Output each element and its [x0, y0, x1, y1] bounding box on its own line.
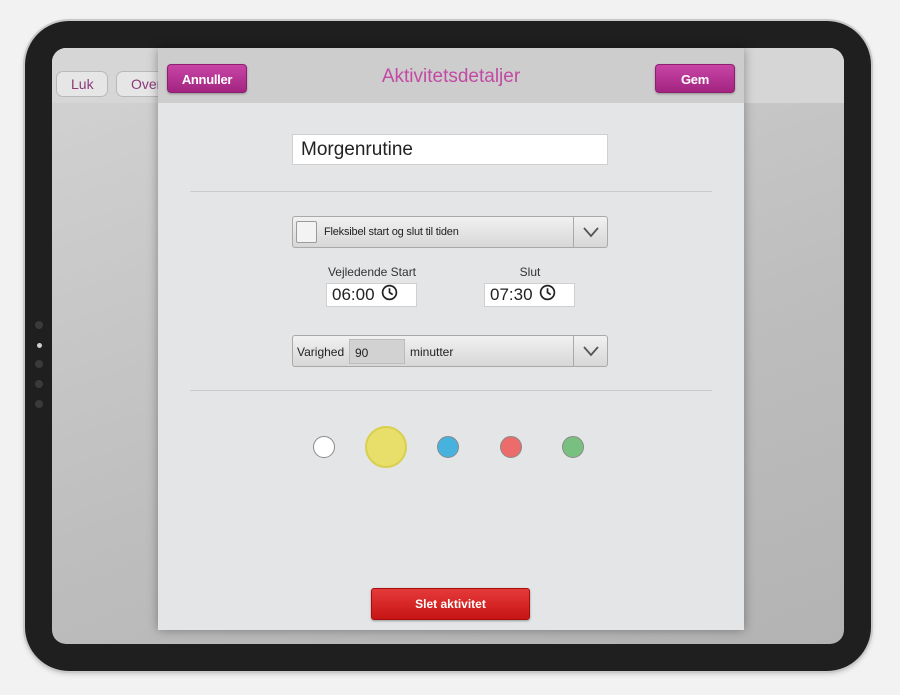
divider [190, 390, 712, 391]
close-button[interactable]: Luk [56, 71, 108, 97]
clock-icon [539, 284, 556, 306]
activity-details-dialog: Annuller Aktivitetsdetaljer Gem Fleksibe… [158, 48, 744, 630]
color-swatch-white[interactable] [313, 436, 335, 458]
side-dot [35, 360, 43, 368]
color-swatch-blue[interactable] [437, 436, 459, 458]
start-time-field[interactable]: 06:00 [326, 283, 417, 307]
divider [190, 191, 712, 192]
start-time-value: 06:00 [332, 285, 375, 304]
duration-unit: minutter [410, 345, 454, 359]
side-dot [35, 321, 43, 329]
side-dot-active [37, 343, 42, 348]
duration-label: Varighed [297, 345, 345, 359]
clock-icon [381, 284, 398, 306]
duration-selector[interactable]: Varighed 90 minutter [292, 335, 608, 367]
side-dot [35, 380, 43, 388]
flexible-time-selector[interactable]: Fleksibel start og slut til tiden [292, 216, 608, 248]
save-button[interactable]: Gem [655, 64, 735, 93]
color-swatch-green[interactable] [562, 436, 584, 458]
color-swatch-red[interactable] [500, 436, 522, 458]
end-time-value: 07:30 [490, 285, 533, 304]
side-dot [35, 400, 43, 408]
start-label: Vejledende Start [327, 265, 417, 279]
color-swatch-yellow[interactable] [365, 426, 407, 468]
dialog-header: Annuller Aktivitetsdetaljer Gem [158, 48, 744, 103]
chevron-down-icon[interactable] [573, 217, 607, 247]
activity-name-input[interactable] [292, 134, 608, 165]
end-label: Slut [519, 265, 541, 279]
flexible-label: Fleksibel start og slut til tiden [324, 226, 459, 238]
chevron-down-icon[interactable] [573, 336, 607, 366]
delete-activity-button[interactable]: Slet aktivitet [371, 588, 530, 620]
duration-input[interactable]: 90 [349, 339, 405, 364]
end-time-field[interactable]: 07:30 [484, 283, 575, 307]
flexible-checkbox[interactable] [296, 221, 317, 243]
